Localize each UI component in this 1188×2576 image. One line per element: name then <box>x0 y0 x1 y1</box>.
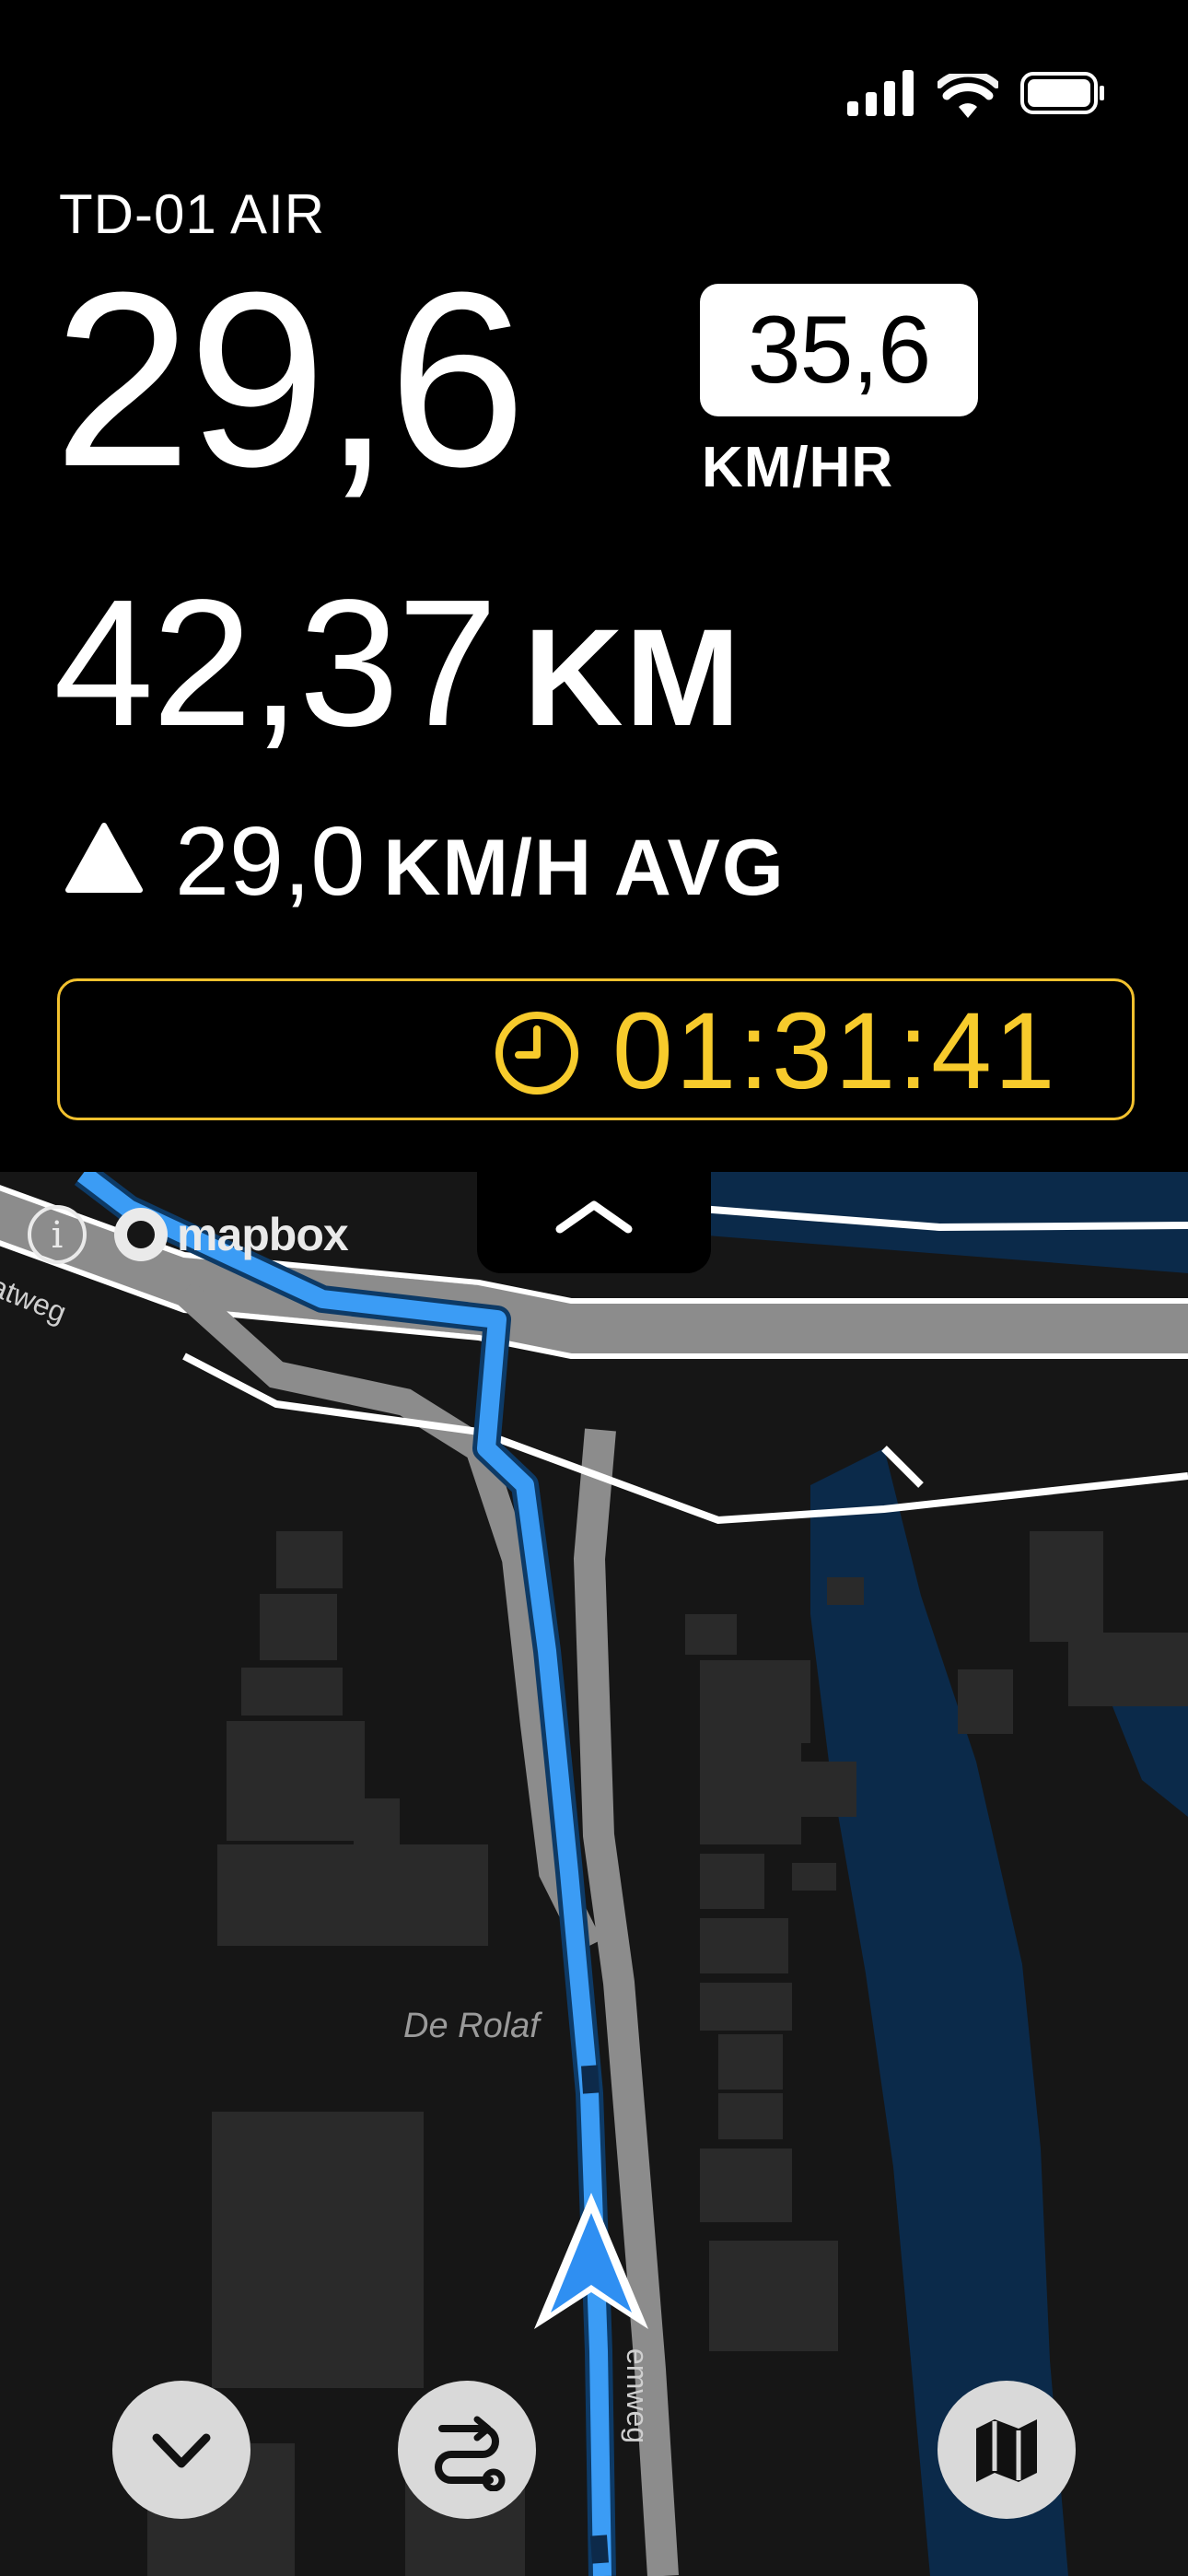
map-info-button[interactable]: i <box>28 1205 87 1264</box>
clock-icon <box>495 1012 578 1095</box>
map-canvas <box>0 1172 1188 2576</box>
chevron-up-icon <box>555 1200 633 1234</box>
device-name: TD-01 AIR <box>59 183 326 245</box>
distance-value: 42,37 <box>53 562 497 764</box>
status-bar <box>0 0 1188 184</box>
triangle-icon <box>65 823 143 893</box>
collapse-map-tab[interactable] <box>477 1172 711 1273</box>
speed-unit: KM/HR <box>702 436 894 499</box>
average-speed-unit: KM/H AVG <box>383 824 786 912</box>
average-speed-value: 29,0 <box>175 807 366 916</box>
current-speed: 29,6 <box>53 241 526 519</box>
battery-icon <box>1020 72 1104 114</box>
cellular-signal-icon <box>847 70 914 116</box>
map-view-button[interactable] <box>938 2381 1076 2519</box>
wifi-icon <box>938 74 998 118</box>
route-icon <box>435 2416 506 2491</box>
route-button[interactable] <box>398 2381 536 2519</box>
map-icon <box>976 2419 1037 2482</box>
distance-unit: KM <box>523 600 742 755</box>
ride-timer[interactable]: 01:31:41 <box>57 978 1135 1120</box>
mapbox-logo[interactable]: mapbox <box>114 1205 349 1264</box>
chevron-down-icon <box>152 2433 211 2468</box>
map-view[interactable]: atweg emweg De Rolaf i mapbox <box>0 1172 1188 2576</box>
max-speed-badge: 35,6 <box>700 284 978 416</box>
mapbox-logo-icon <box>114 1208 168 1261</box>
status-icons <box>847 70 1124 125</box>
chevron-down-button[interactable] <box>112 2381 250 2519</box>
elapsed-time: 01:31:41 <box>612 990 1058 1112</box>
distance: 42,37 KM <box>53 573 742 767</box>
location-arrow-icon <box>534 2193 648 2329</box>
road-label: emweg <box>621 2348 655 2444</box>
mapbox-attribution: mapbox <box>177 1209 349 1260</box>
place-label: De Rolaf <box>403 2007 540 2045</box>
average-speed: 29,0 KM/H AVG <box>175 811 786 919</box>
